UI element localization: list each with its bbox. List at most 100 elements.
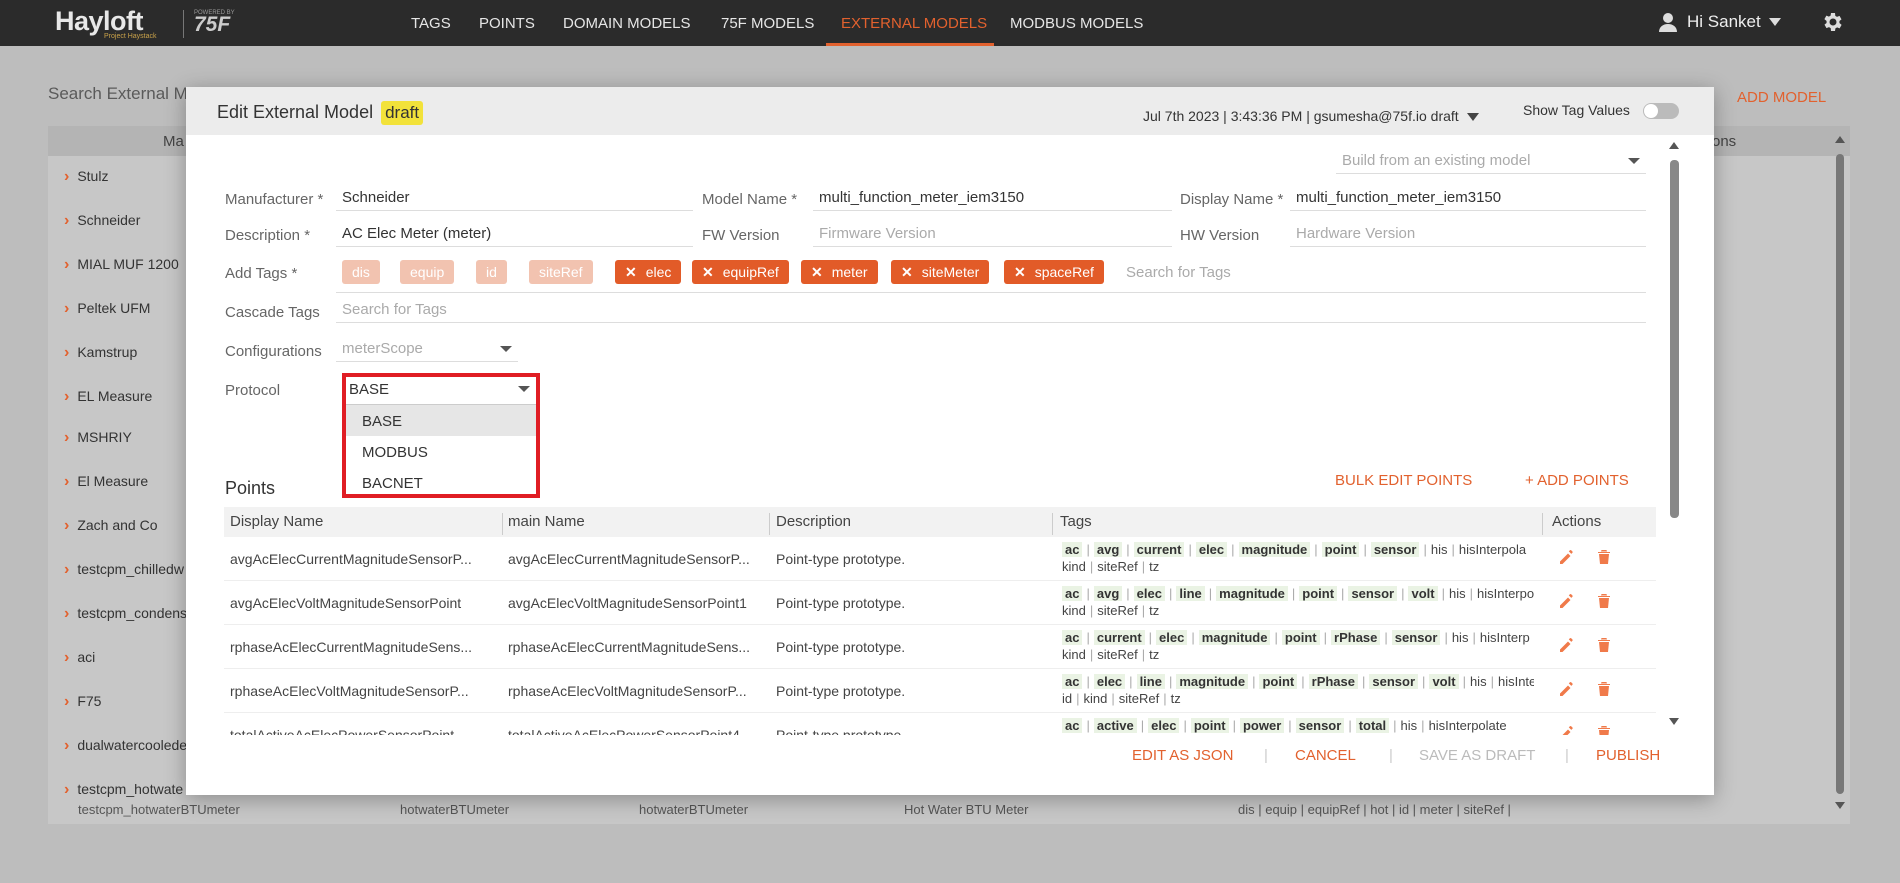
tags-field[interactable]: dis equip id siteRef ✕ elec ✕ equipRef ✕ me…: [336, 257, 1646, 293]
tag-chip-removable[interactable]: ✕ equipRef: [692, 260, 789, 284]
configurations-select[interactable]: meterScope: [336, 338, 518, 362]
trash-icon[interactable]: [1597, 593, 1611, 609]
point-row[interactable]: avgAcElecVoltMagnitudeSensorPoint avgAcEl…: [224, 581, 1656, 625]
close-icon[interactable]: ✕: [1014, 264, 1026, 280]
close-icon[interactable]: ✕: [811, 264, 823, 280]
nav-modbus-models[interactable]: MODBUS MODELS: [1010, 15, 1143, 32]
close-icon[interactable]: ✕: [702, 264, 714, 280]
tag-text: siteRef: [1118, 691, 1160, 706]
trash-icon[interactable]: [1597, 549, 1611, 565]
point-actions: [1559, 725, 1611, 735]
dialog-scroll-thumb[interactable]: [1670, 160, 1679, 518]
dialog-footer: EDIT AS JSON | CANCEL | SAVE AS DRAFT | …: [186, 747, 1714, 795]
close-icon[interactable]: ✕: [901, 264, 913, 280]
col-actions: Actions: [1552, 513, 1602, 530]
trash-icon[interactable]: [1597, 681, 1611, 697]
model-name: MSHRIY: [64, 429, 131, 447]
col-domain-name[interactable]: main Name: [508, 513, 585, 530]
tag-chip-removable[interactable]: ✕ spaceRef: [1004, 260, 1104, 284]
hw-version-field[interactable]: Hardware Version: [1290, 223, 1646, 247]
configurations-label: Configurations: [225, 343, 322, 360]
nav-tags[interactable]: TAGS: [411, 15, 451, 32]
col-description[interactable]: Description: [776, 513, 851, 530]
save-as-draft-button[interactable]: SAVE AS DRAFT: [1419, 747, 1535, 764]
col-tags[interactable]: Tags: [1060, 513, 1092, 530]
trash-icon[interactable]: [1597, 725, 1611, 735]
dialog-scrollbar[interactable]: [1668, 138, 1680, 730]
eye-icon[interactable]: [1720, 210, 1740, 230]
scroll-down-icon[interactable]: [1669, 718, 1679, 725]
edit-icon[interactable]: [1760, 210, 1780, 230]
point-display-name: totalActiveAcElecPowerSensorPoint: [230, 727, 455, 735]
build-from-model-select[interactable]: Build from an existing model: [1336, 150, 1646, 174]
edit-icon[interactable]: [1559, 549, 1575, 565]
protocol-option-bacnet[interactable]: BACNET: [346, 467, 536, 498]
version-selector[interactable]: Jul 7th 2023 | 3:43:36 PM | gsumesha@75f…: [1143, 108, 1479, 124]
nav-75f-models[interactable]: 75F MODELS: [721, 15, 814, 32]
point-tags-line: ac | elec | line | magnitude | point | rPhase | sens…: [1062, 673, 1534, 690]
edit-icon[interactable]: [1760, 166, 1780, 186]
edit-icon[interactable]: [1559, 637, 1575, 653]
model-name: Stulz: [64, 168, 108, 186]
trash-icon[interactable]: [1800, 166, 1820, 186]
publish-button[interactable]: PUBLISH: [1596, 747, 1660, 764]
active-nav-underline: [826, 43, 994, 46]
point-row[interactable]: totalActiveAcElecPowerSensorPoint totalAc…: [224, 713, 1656, 735]
gear-icon[interactable]: [1820, 10, 1844, 34]
tag-text: hisInterpo: [1477, 586, 1534, 601]
display-name-field[interactable]: multi_function_meter_iem3150: [1290, 187, 1646, 211]
tag-chip-removable[interactable]: ✕ siteMeter: [891, 260, 990, 284]
row-actions: [1720, 210, 1820, 230]
tag-chip-removable[interactable]: ✕ meter: [801, 260, 878, 284]
tag-chip-label: siteMeter: [921, 264, 980, 280]
edit-icon[interactable]: [1559, 593, 1575, 609]
nav-external-models[interactable]: EXTERNAL MODELS: [841, 15, 987, 32]
add-points-button[interactable]: + ADD POINTS: [1525, 472, 1629, 489]
page-scrollbar[interactable]: [1834, 132, 1846, 812]
page-scroll-thumb[interactable]: [1836, 154, 1844, 794]
scroll-up-icon[interactable]: [1835, 136, 1845, 143]
description-field[interactable]: AC Elec Meter (meter): [336, 223, 693, 247]
search-external-models-label[interactable]: Search External M: [48, 84, 188, 104]
edit-as-json-button[interactable]: EDIT AS JSON: [1132, 747, 1233, 764]
cancel-button[interactable]: CANCEL: [1295, 747, 1356, 764]
point-row[interactable]: rphaseAcElecVoltMagnitudeSensorP... rphas…: [224, 669, 1656, 713]
cascade-tags-input[interactable]: Search for Tags: [336, 299, 1646, 323]
edit-icon[interactable]: [1559, 681, 1575, 697]
tag-chip-removable[interactable]: ✕ elec: [615, 260, 682, 284]
brand-75f: 75F: [194, 13, 231, 36]
trash-icon[interactable]: [1800, 210, 1820, 230]
eye-icon[interactable]: [1720, 166, 1740, 186]
points-title: Points: [225, 478, 276, 498]
dialog-body: Build from an existing model Manufacture…: [186, 135, 1714, 735]
show-tag-values-toggle[interactable]: [1643, 103, 1679, 119]
bulk-edit-points-button[interactable]: BULK EDIT POINTS: [1335, 472, 1472, 489]
protocol-option-base[interactable]: BASE: [346, 405, 536, 436]
point-description: Point-type prototype.: [776, 551, 906, 567]
point-tags-line: kind | siteRef | tz: [1062, 602, 1534, 619]
col-display-name[interactable]: Display Name: [230, 513, 323, 530]
scroll-down-icon[interactable]: [1835, 802, 1845, 809]
scroll-up-icon[interactable]: [1669, 142, 1679, 149]
point-row[interactable]: avgAcElecCurrentMagnitudeSensorP... avgAc…: [224, 537, 1656, 581]
manufacturer-field[interactable]: Schneider: [336, 187, 693, 211]
protocol-dropdown[interactable]: BASE BASE MODBUS BACNET: [342, 373, 540, 498]
protocol-option-modbus[interactable]: MODBUS: [346, 436, 536, 467]
close-icon[interactable]: ✕: [625, 264, 637, 280]
tag-search-input[interactable]: Search for Tags: [1126, 264, 1231, 281]
trash-icon[interactable]: [1597, 637, 1611, 653]
tag-chip-label: elec: [645, 264, 672, 280]
tag-separator: |: [1444, 630, 1448, 645]
user-menu[interactable]: Hi Sanket: [1657, 11, 1781, 33]
nav-points[interactable]: POINTS: [479, 15, 535, 32]
tag-chip: elec: [1133, 586, 1165, 601]
protocol-select[interactable]: BASE: [346, 377, 536, 405]
fw-version-field[interactable]: Firmware Version: [813, 223, 1172, 247]
add-model-button[interactable]: ADD MODEL: [1737, 89, 1826, 106]
nav-domain-models[interactable]: DOMAIN MODELS: [563, 15, 691, 32]
point-domain-name: rphaseAcElecVoltMagnitudeSensorP...: [508, 683, 747, 699]
edit-icon[interactable]: [1559, 725, 1575, 735]
model-name-field[interactable]: multi_function_meter_iem3150: [813, 187, 1172, 211]
point-row[interactable]: rphaseAcElecCurrentMagnitudeSens... rphas…: [224, 625, 1656, 669]
tag-separator: |: [1341, 586, 1345, 601]
